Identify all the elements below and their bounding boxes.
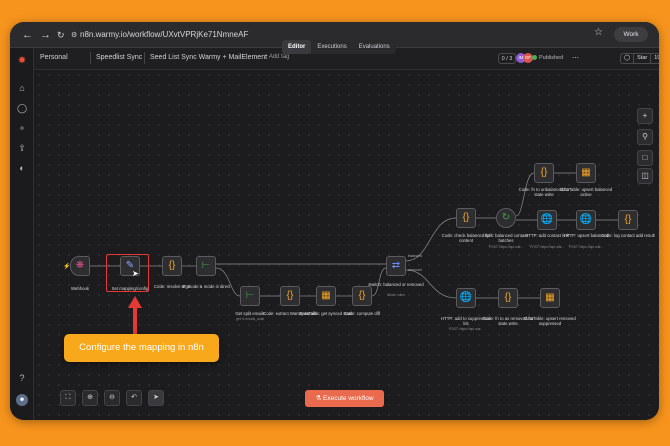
add-tag-link[interactable]: + Add tag bbox=[264, 54, 290, 60]
split-icon: ⊢ bbox=[245, 290, 255, 301]
code-braces-icon: {} bbox=[286, 290, 294, 301]
tab-executions[interactable]: Executions bbox=[311, 40, 352, 54]
profile-work-button[interactable]: Work bbox=[614, 27, 648, 42]
node-unbalanced[interactable]: {} bbox=[534, 163, 554, 183]
table-icon: ▦ bbox=[581, 167, 591, 178]
flask-icon: ⚗ bbox=[315, 395, 322, 402]
node-label: DataTable: upsert balanced active bbox=[559, 187, 613, 197]
node-label: Webhook bbox=[70, 286, 90, 291]
node-sublabel: POST: https://api.war... bbox=[568, 245, 604, 249]
trigger-bolt-icon: ⚡ bbox=[63, 264, 71, 270]
node-check-balanced[interactable]: {} bbox=[456, 208, 476, 228]
app-window: ← → ↻ ⚙ n8n.warmy.io/workflow/UXvtVPRjKe… bbox=[10, 22, 659, 420]
code-braces-icon: {} bbox=[504, 292, 512, 303]
node-label: Code: compute diff bbox=[344, 311, 380, 316]
users-icon[interactable]: ⚬ bbox=[16, 122, 28, 134]
callout-box: Configure the mapping in n8n bbox=[64, 334, 219, 362]
share-icon[interactable]: ⇧ bbox=[16, 142, 28, 154]
panel-toggle-icon[interactable]: ◫ bbox=[637, 168, 653, 184]
code-braces-icon: {} bbox=[462, 212, 470, 223]
node-upsert-removed[interactable]: ▦ bbox=[540, 288, 560, 308]
node-split[interactable]: ⊢ bbox=[240, 286, 260, 306]
star-count: 195,376 bbox=[650, 54, 659, 63]
node-webhook[interactable]: ❋ bbox=[70, 256, 90, 276]
node-extract[interactable]: {} bbox=[280, 286, 300, 306]
breadcrumb-personal[interactable]: Personal bbox=[40, 54, 68, 61]
fit-view-icon[interactable]: ⛶ bbox=[60, 390, 76, 406]
node-code[interactable]: {} bbox=[162, 256, 182, 276]
output-label: balanced bbox=[408, 254, 423, 258]
github-star-button[interactable]: ◯ Star 195,376 bbox=[620, 53, 659, 64]
site-info-icon[interactable]: ⚙ bbox=[71, 28, 77, 44]
callout-arrow bbox=[128, 296, 142, 334]
status-label: Published bbox=[539, 55, 564, 61]
node-log-result[interactable]: {} bbox=[618, 210, 638, 230]
highlight-box bbox=[106, 254, 149, 292]
node-sublabel: get: 6 emails_avail bbox=[235, 317, 265, 321]
globe-icon: 🌐 bbox=[540, 214, 554, 225]
code-braces-icon: {} bbox=[168, 260, 176, 271]
switch-icon: ⇄ bbox=[391, 260, 401, 271]
node-upsert-active[interactable]: ▦ bbox=[576, 163, 596, 183]
forward-icon[interactable]: → bbox=[40, 27, 51, 43]
tab-editor[interactable]: Editor bbox=[282, 40, 312, 54]
workflow-canvas[interactable]: ❋ Webhook ⚡ ✎ Set mapping/config ➤ {} Co… bbox=[34, 70, 659, 420]
sticky-note-icon[interactable]: □ bbox=[637, 150, 653, 166]
mouse-cursor-icon: ➤ bbox=[132, 269, 139, 278]
reload-icon[interactable]: ↻ bbox=[57, 27, 65, 43]
node-http-add[interactable]: 🌐 bbox=[537, 210, 557, 230]
undo-icon[interactable]: ↶ bbox=[126, 390, 142, 406]
node-split-batches[interactable]: ↻ bbox=[496, 208, 516, 228]
loop-icon: ↻ bbox=[501, 212, 511, 223]
published-status[interactable]: Published bbox=[532, 53, 563, 64]
left-sidebar: ✵ ⌂ ◯ ⚬ ⇧ ◐ ? ☻ bbox=[10, 48, 34, 420]
pointer-tool-icon[interactable]: ➤ bbox=[148, 390, 164, 406]
node-http-suppression[interactable]: 🌐 bbox=[456, 288, 476, 308]
node-if[interactable]: ⊢ bbox=[196, 256, 216, 276]
execute-workflow-button[interactable]: ⚗ Execute workflow bbox=[305, 390, 384, 407]
workflow-name[interactable]: Seed List Sync Warmy + MailElement bbox=[150, 54, 267, 61]
output-label: removed bbox=[408, 268, 422, 272]
address-bar[interactable]: n8n.warmy.io/workflow/UXvtVPRjKe71NmneAF bbox=[80, 27, 248, 43]
webhook-icon: ❋ bbox=[75, 260, 85, 271]
execute-label: Execute workflow bbox=[323, 395, 374, 402]
help-icon[interactable]: ? bbox=[16, 372, 28, 384]
node-label: Switch: balanced or removed bbox=[368, 282, 424, 287]
if-branch-icon: ⊢ bbox=[201, 260, 211, 271]
globe-icon: 🌐 bbox=[579, 214, 593, 225]
code-braces-icon: {} bbox=[540, 167, 548, 178]
status-dot bbox=[532, 55, 537, 61]
view-tabs: Editor Executions Evaluations bbox=[282, 40, 396, 54]
node-http-upsert[interactable]: 🌐 bbox=[576, 210, 596, 230]
n8n-logo-icon[interactable]: ✵ bbox=[16, 54, 28, 66]
collaboration-counter: 0 / 3 bbox=[498, 53, 516, 64]
star-label: Star bbox=[637, 55, 648, 61]
node-label: DataTable: upsert removed suppressed bbox=[524, 316, 576, 326]
table-icon: ▦ bbox=[321, 290, 331, 301]
tab-evaluations[interactable]: Evaluations bbox=[353, 40, 396, 54]
node-label: Code: log contact add result bbox=[601, 233, 655, 238]
node-switch[interactable]: ⇄ bbox=[386, 256, 406, 276]
add-node-button[interactable]: + bbox=[637, 108, 653, 124]
breadcrumb-folder[interactable]: Speedlist Sync bbox=[96, 54, 142, 61]
search-icon[interactable]: ⚲ bbox=[637, 129, 653, 145]
zoom-out-icon[interactable]: ⊖ bbox=[104, 390, 120, 406]
node-sublabel: POST: https://api.war... bbox=[448, 327, 484, 331]
table-icon: ▦ bbox=[545, 292, 555, 303]
home-icon[interactable]: ⌂ bbox=[16, 82, 28, 94]
node-sublabel: Mode: rules bbox=[387, 293, 405, 297]
code-braces-icon: {} bbox=[624, 214, 632, 225]
github-icon: ◯ bbox=[621, 54, 635, 63]
node-datatable[interactable]: ▦ bbox=[316, 286, 336, 306]
user-avatar[interactable]: ☻ bbox=[16, 394, 28, 406]
node-code-removed[interactable]: {} bbox=[498, 288, 518, 308]
bookmark-star-icon[interactable]: ☆ bbox=[594, 27, 603, 38]
more-options-icon[interactable]: ⋯ bbox=[572, 53, 579, 64]
back-icon[interactable]: ← bbox=[22, 27, 33, 43]
user-icon[interactable]: ◯ bbox=[16, 102, 28, 114]
globe-icon: 🌐 bbox=[459, 292, 473, 303]
insights-icon[interactable]: ◐ bbox=[16, 162, 28, 174]
zoom-in-icon[interactable]: ⊕ bbox=[82, 390, 98, 406]
node-label: IF: mode & mode is direct bbox=[181, 284, 231, 289]
